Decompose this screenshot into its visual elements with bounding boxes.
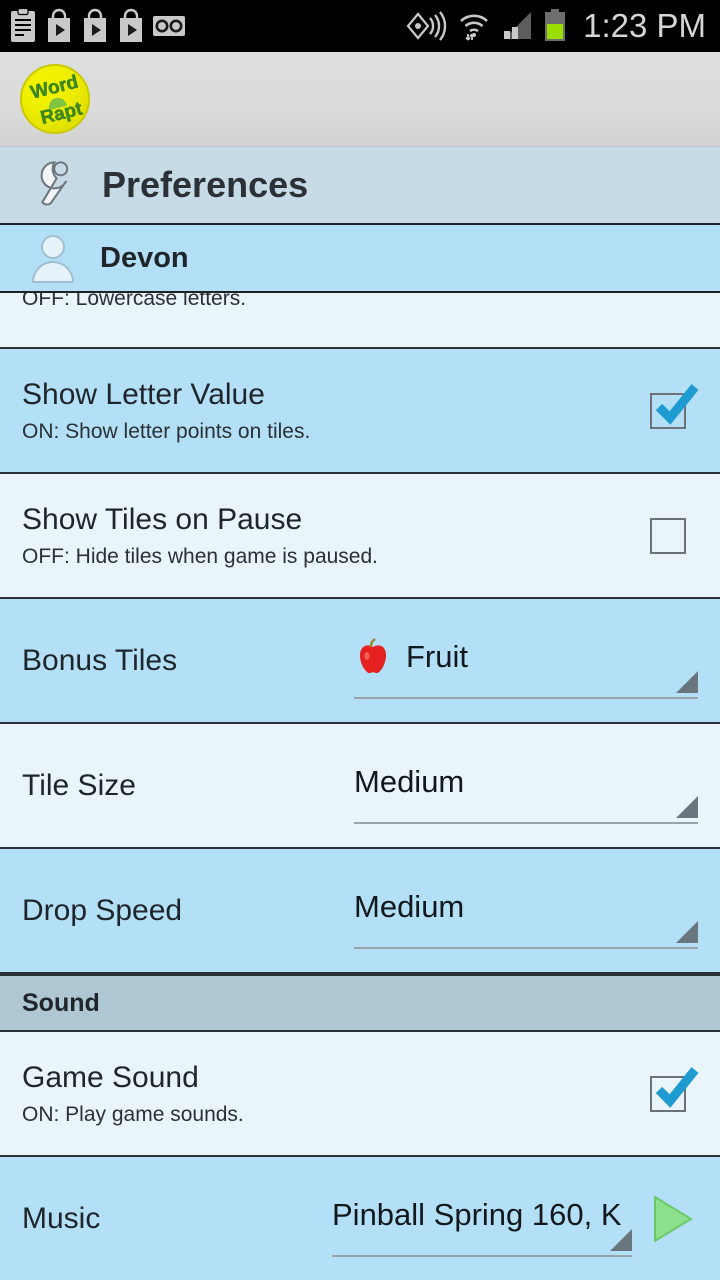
battery-icon [545, 9, 566, 41]
status-bar-clock: 1:23 PM [583, 6, 706, 44]
preference-row-tile-size[interactable]: Tile Size Medium [0, 724, 720, 849]
person-icon [31, 235, 75, 283]
preference-row-game-sound[interactable]: Game Sound ON: Play game sounds. [0, 1032, 720, 1157]
row-title: Music [22, 1202, 101, 1235]
row-title: Show Letter Value [22, 377, 265, 411]
wifi-icon [460, 14, 488, 41]
drop-speed-value: Medium [354, 888, 465, 924]
row-title: Show Tiles on Pause [22, 502, 303, 536]
chevron-down-icon[interactable] [610, 1228, 632, 1251]
music-spinner[interactable]: Pinball Spring 160, K [332, 1181, 632, 1257]
checkbox-box [650, 517, 686, 554]
section-header-sound: Sound [0, 974, 720, 1032]
tile-size-spinner[interactable]: Medium [354, 748, 698, 824]
user-bar[interactable]: Devon [0, 225, 720, 293]
show-tiles-on-pause-checkbox[interactable] [650, 517, 686, 554]
row-subtitle: OFF: Hide tiles when game is paused. [22, 544, 378, 568]
tile-size-value: Medium [354, 763, 465, 799]
user-name: Devon [100, 241, 189, 274]
chevron-down-icon[interactable] [676, 795, 698, 818]
preference-row-partial[interactable]: OFF: Lowercase letters. [0, 287, 720, 349]
play-store-icon [48, 8, 70, 42]
preferences-list: OFF: Lowercase letters. Show Letter Valu… [0, 287, 720, 1280]
row-subtitle: ON: Play game sounds. [22, 1102, 244, 1126]
row-text: Bonus Tiles [22, 644, 354, 677]
row-text: Music [22, 1202, 332, 1235]
clipboard-icon [11, 8, 35, 42]
chevron-down-icon[interactable] [676, 920, 698, 943]
row-title: Game Sound [22, 1060, 199, 1094]
preference-row-bonus-tiles[interactable]: Bonus Tiles Fruit [0, 599, 720, 724]
music-play-button[interactable] [646, 1193, 698, 1245]
drop-speed-spinner[interactable]: Medium [354, 873, 698, 949]
row-text: Show Letter Value ON: Show letter points… [22, 378, 650, 443]
chevron-down-icon[interactable] [676, 670, 698, 693]
row-subtitle: ON: Show letter points on tiles. [22, 419, 311, 443]
logo-text-rapt: Rapt [37, 98, 84, 129]
gps-icon [406, 11, 447, 41]
app-bar: Word Rapt [0, 52, 720, 147]
status-bar-left-icons [8, 8, 404, 44]
voicemail-icon [153, 16, 185, 36]
play-store-icon [120, 8, 142, 42]
game-sound-checkbox[interactable] [650, 1066, 699, 1112]
status-bar-right-icons: 1:23 PM [404, 9, 706, 44]
status-bar: 1:23 PM [0, 0, 720, 52]
show-letter-value-checkbox[interactable] [650, 383, 699, 429]
bonus-tiles-spinner[interactable]: Fruit [354, 623, 698, 699]
preference-row-show-tiles-on-pause[interactable]: Show Tiles on Pause OFF: Hide tiles when… [0, 474, 720, 599]
play-store-icon [84, 8, 106, 42]
row-title: Bonus Tiles [22, 644, 178, 677]
row-title: Tile Size [22, 769, 136, 802]
section-header-label: Sound [22, 988, 100, 1017]
apple-icon [359, 637, 387, 673]
preference-row-music[interactable]: Music Pinball Spring 160, K [0, 1157, 720, 1280]
music-value: Pinball Spring 160, K [332, 1196, 622, 1232]
bonus-tiles-value: Fruit [406, 638, 468, 674]
wrench-icon [40, 161, 69, 206]
page-title: Preferences [102, 164, 309, 205]
row-text: Tile Size [22, 769, 354, 802]
preference-row-show-letter-value[interactable]: Show Letter Value ON: Show letter points… [0, 349, 720, 474]
preferences-header: Preferences [0, 147, 720, 225]
row-title: Drop Speed [22, 894, 183, 927]
signal-icon [504, 12, 532, 39]
checkmark-icon [655, 383, 699, 425]
checkmark-icon [655, 1066, 699, 1108]
row-text: Game Sound ON: Play game sounds. [22, 1061, 650, 1126]
play-icon [654, 1194, 693, 1243]
row-text: OFF: Lowercase letters. [22, 287, 698, 310]
row-text: Drop Speed [22, 894, 354, 927]
app-logo[interactable]: Word Rapt [20, 64, 90, 134]
row-text: Show Tiles on Pause OFF: Hide tiles when… [22, 503, 650, 568]
preference-row-drop-speed[interactable]: Drop Speed Medium [0, 849, 720, 974]
